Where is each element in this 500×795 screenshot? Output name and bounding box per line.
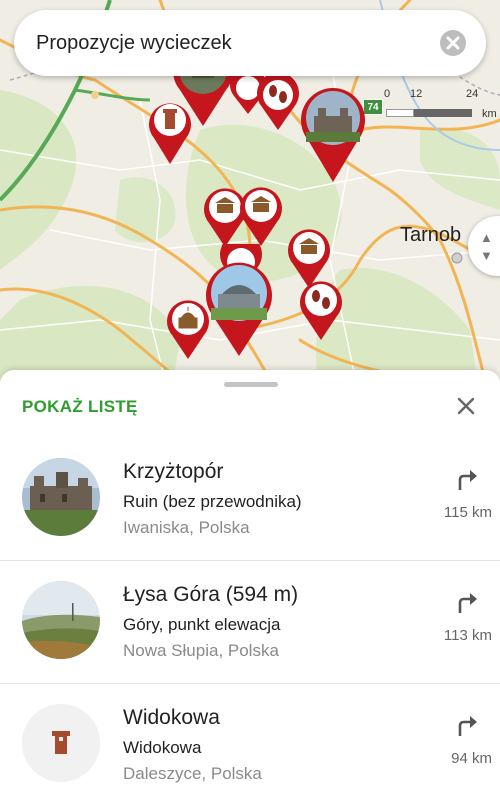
item-location: Daleszyce, Polska xyxy=(123,764,262,783)
item-location: Nowa Słupia, Polska xyxy=(123,641,279,660)
directions-icon[interactable] xyxy=(454,712,480,738)
map-pin-museum[interactable] xyxy=(238,184,284,246)
clear-search-button[interactable] xyxy=(440,30,466,56)
item-distance: 115 km xyxy=(443,504,492,521)
map-scale: 0 12 24 km xyxy=(358,88,497,120)
map-pin-hiking[interactable] xyxy=(255,74,301,130)
item-distance: 113 km xyxy=(443,627,492,644)
map-pin-church[interactable] xyxy=(165,297,211,359)
map-pin-hiking[interactable] xyxy=(298,278,344,340)
list-item[interactable]: Krzyżtopór Ruin (bez przewodnika) Iwanis… xyxy=(0,438,500,561)
show-list-button[interactable]: POKAŻ LISTĘ xyxy=(22,397,138,417)
scale-tick: 12 xyxy=(410,88,423,100)
drag-handle[interactable] xyxy=(224,382,278,387)
item-location: Iwaniska, Polska xyxy=(123,518,250,537)
item-title: Widokowa xyxy=(123,706,220,729)
mountain-thumbnail xyxy=(22,581,100,659)
directions-icon[interactable] xyxy=(454,589,480,615)
scale-bar-dark xyxy=(414,109,472,117)
scale-tick: 0 xyxy=(384,88,391,100)
results-sheet: POKAŻ LISTĘ Krzyżtopór Ruin (bez przewod… xyxy=(0,370,500,795)
map-pin-castle-photo[interactable] xyxy=(300,86,366,182)
scale-unit: km xyxy=(482,108,497,120)
item-category: Widokowa xyxy=(123,738,202,757)
city-label-tarnow: Tarnob xyxy=(400,224,462,246)
map-pin-photo-monument[interactable] xyxy=(204,260,274,356)
close-icon xyxy=(446,36,460,50)
directions-icon[interactable] xyxy=(454,466,480,492)
item-distance: 94 km xyxy=(451,750,492,767)
close-icon[interactable] xyxy=(456,396,476,416)
item-category: Ruin (bez przewodnika) xyxy=(123,492,302,511)
list-item[interactable]: Widokowa Widokowa Daleszyce, Polska 94 k… xyxy=(0,684,500,795)
chevron-up-icon: ▲ xyxy=(480,230,493,245)
map-pin-viewpoint[interactable] xyxy=(147,98,193,164)
scale-bar-light xyxy=(386,109,414,117)
item-title: Krzyżtopór xyxy=(123,460,224,483)
viewpoint-tower-icon xyxy=(22,704,100,782)
castle-ruin-thumbnail xyxy=(22,458,100,536)
list-item[interactable]: Łysa Góra (594 m) Góry, punkt elewacja N… xyxy=(0,561,500,684)
item-title: Łysa Góra (594 m) xyxy=(123,583,299,606)
search-bar[interactable]: Propozycje wycieczek xyxy=(14,10,486,76)
search-query[interactable]: Propozycje wycieczek xyxy=(36,32,232,55)
item-category: Góry, punkt elewacja xyxy=(123,615,281,634)
chevron-down-icon: ▼ xyxy=(480,248,493,263)
scale-tick: 24 xyxy=(466,88,479,100)
